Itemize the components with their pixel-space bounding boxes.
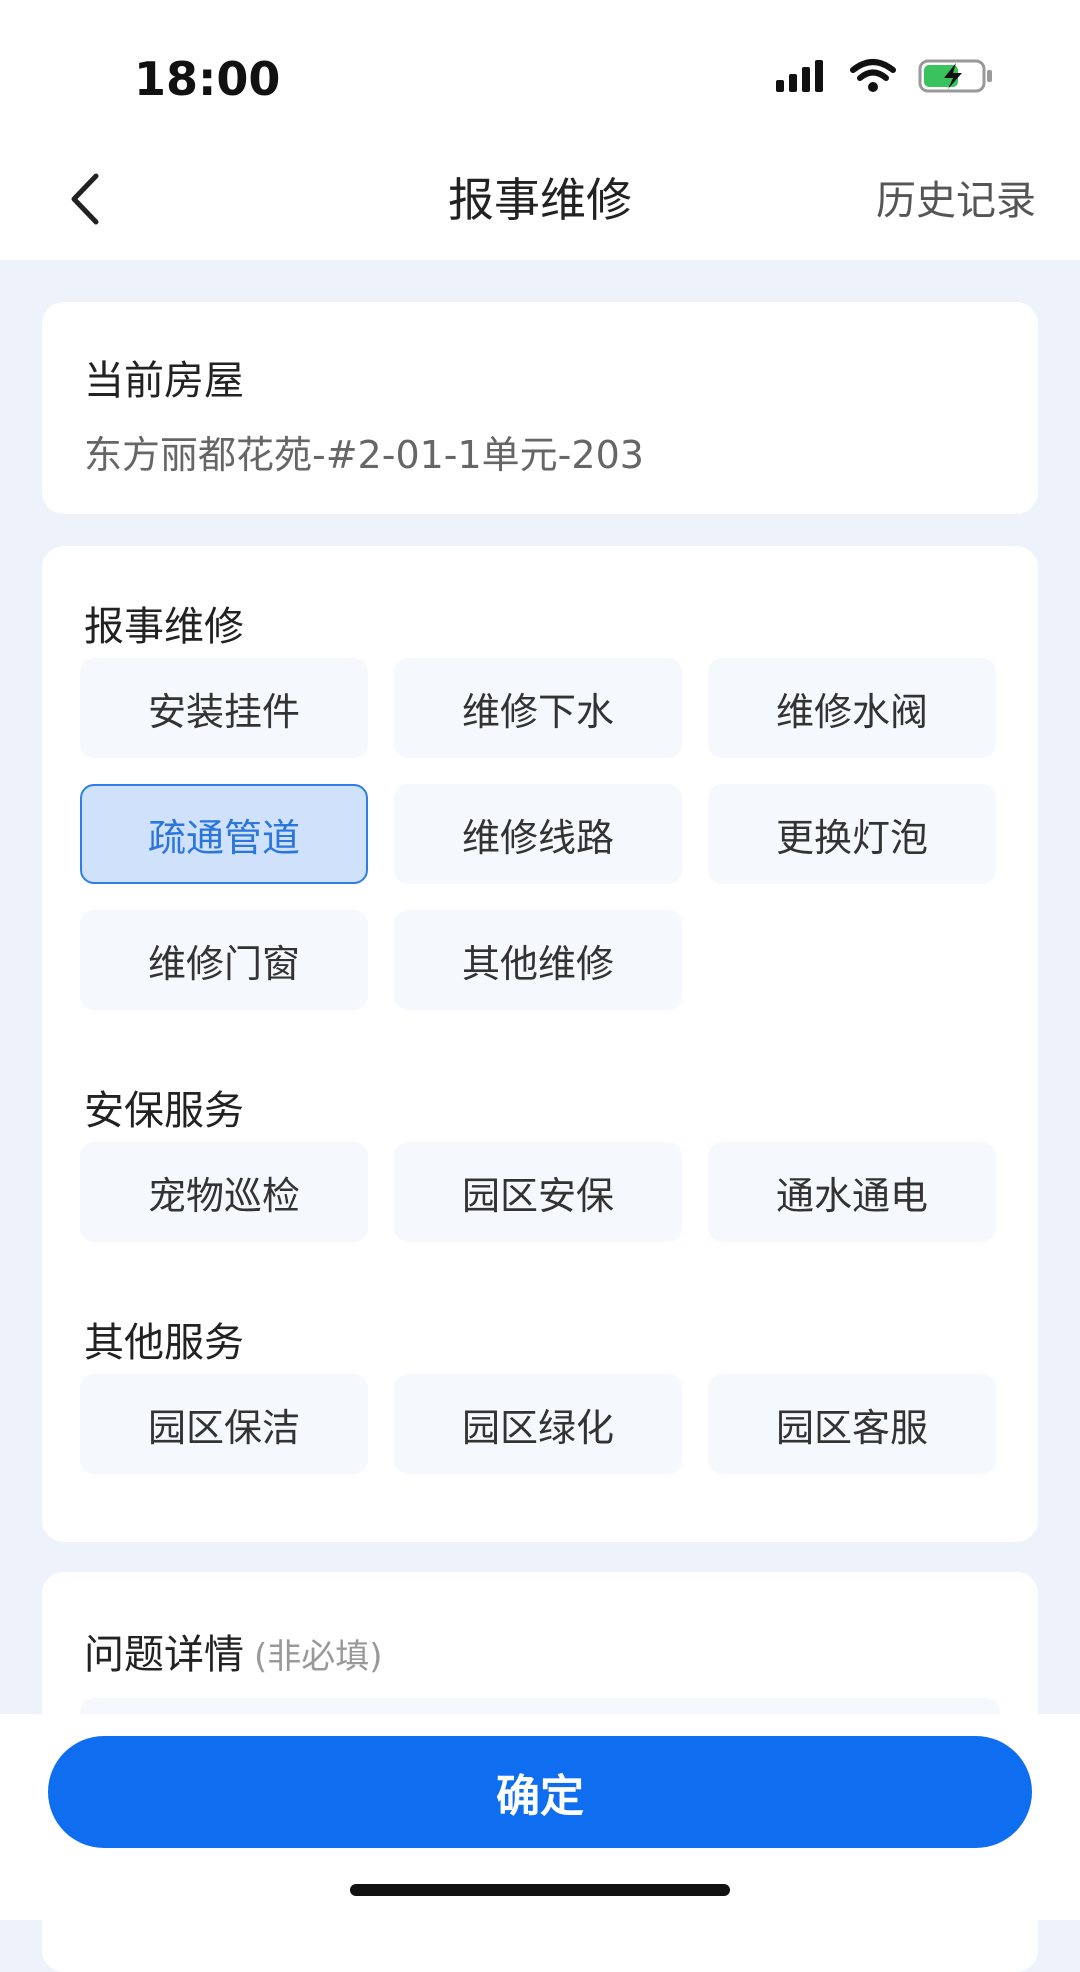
group-title-other: 其他服务 — [84, 1320, 244, 1366]
service-card: 报事维修 安装挂件 维修下水 维修水阀 疏通管道 维修线路 更换灯泡 维修门窗 … — [42, 546, 1038, 1542]
chip-water-power[interactable]: 通水通电 — [708, 1142, 996, 1242]
group-title-security: 安保服务 — [84, 1088, 244, 1134]
detail-optional-hint: (非必填) — [254, 1637, 383, 1677]
wifi-icon — [850, 59, 896, 92]
chip-park-security[interactable]: 园区安保 — [394, 1142, 682, 1242]
detail-title: 问题详情 (非必填) — [84, 1622, 383, 1680]
chip-repair-valve[interactable]: 维修水阀 — [708, 658, 996, 758]
chip-park-cleaning[interactable]: 园区保洁 — [80, 1374, 368, 1474]
chip-repair-wiring[interactable]: 维修线路 — [394, 784, 682, 884]
bottom-bar: 确定 — [0, 1714, 1080, 1920]
signal-icon — [776, 60, 823, 92]
chips-repair: 安装挂件 维修下水 维修水阀 疏通管道 维修线路 更换灯泡 维修门窗 其他维修 — [80, 658, 1000, 1010]
home-indicator — [350, 1884, 730, 1896]
current-house-label: 当前房屋 — [84, 358, 244, 404]
confirm-button[interactable]: 确定 — [48, 1736, 1032, 1848]
status-bar: 18:00 — [0, 0, 1080, 140]
chips-security: 宠物巡检 园区安保 通水通电 — [80, 1142, 1000, 1242]
chip-other-repair[interactable]: 其他维修 — [394, 910, 682, 1010]
chip-repair-door-window[interactable]: 维修门窗 — [80, 910, 368, 1010]
chip-unclog-pipe[interactable]: 疏通管道 — [80, 784, 368, 884]
group-title-repair: 报事维修 — [84, 604, 244, 650]
detail-title-text: 问题详情 — [84, 1632, 244, 1678]
chips-other: 园区保洁 园区绿化 园区客服 — [80, 1374, 1000, 1474]
battery-charging-icon — [918, 59, 992, 93]
nav-bar: 报事维修 历史记录 — [0, 140, 1080, 260]
current-house-value: 东方丽都花苑-#2-01-1单元-203 — [84, 433, 644, 477]
status-icons — [776, 58, 994, 94]
chip-replace-bulb[interactable]: 更换灯泡 — [708, 784, 996, 884]
chip-pet-patrol[interactable]: 宠物巡检 — [80, 1142, 368, 1242]
chip-repair-drain[interactable]: 维修下水 — [394, 658, 682, 758]
chip-install-pendant[interactable]: 安装挂件 — [80, 658, 368, 758]
chip-park-greening[interactable]: 园区绿化 — [394, 1374, 682, 1474]
chip-park-service[interactable]: 园区客服 — [708, 1374, 996, 1474]
history-link[interactable]: 历史记录 — [876, 168, 1036, 226]
status-time: 18:00 — [134, 52, 281, 106]
current-house-card: 当前房屋 东方丽都花苑-#2-01-1单元-203 — [42, 302, 1038, 514]
